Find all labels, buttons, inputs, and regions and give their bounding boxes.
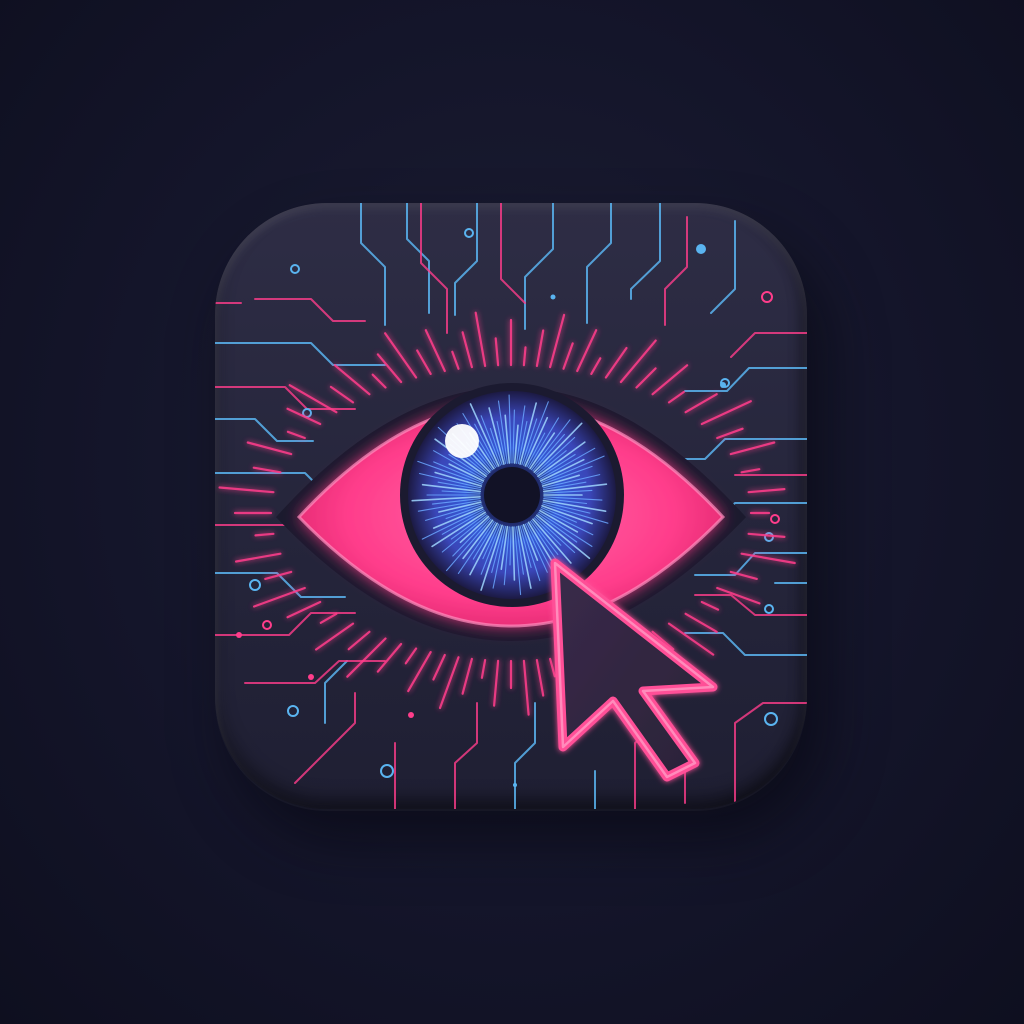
eyelash-ray	[667, 390, 685, 404]
eyelash-ray	[286, 600, 322, 619]
canvas	[0, 0, 1024, 1024]
eyelash-ray	[347, 630, 371, 651]
eyelash-ray	[235, 552, 282, 563]
eyelash-ray	[438, 656, 460, 710]
eyelash-ray	[522, 346, 527, 367]
eyelash-ray	[371, 373, 387, 389]
eyelash-ray	[404, 647, 418, 665]
eyelash-ray	[432, 653, 446, 681]
eyelash-ray	[376, 642, 403, 673]
eyelash-ray	[635, 367, 657, 389]
eyelash-ray	[684, 612, 718, 633]
eyelash-ray	[740, 468, 761, 474]
eyelash-ray	[252, 466, 282, 474]
eyelash-ray	[218, 486, 275, 494]
eyelash-ray	[384, 332, 418, 379]
eyelash-ray	[522, 659, 530, 716]
eyelash-ray	[747, 532, 786, 538]
eyelash-ray	[729, 441, 776, 456]
eyelash-ray	[246, 441, 293, 456]
eyelash-ray	[493, 659, 500, 707]
eye-icon	[218, 311, 796, 716]
eyelash-ray	[747, 488, 786, 494]
eyelash-ray	[461, 657, 473, 695]
eyelash-ray	[562, 342, 574, 370]
eyelash-ray	[651, 364, 689, 396]
eyelash-ray	[319, 612, 338, 624]
eyelash-ray	[333, 364, 371, 396]
eyelash-ray	[700, 400, 752, 426]
eyelash-ray	[480, 659, 487, 679]
eyelash-ray	[314, 622, 355, 651]
eyelash-ray	[700, 600, 720, 611]
eyelash-ray	[286, 430, 306, 440]
eyelash-ray	[252, 586, 306, 608]
eyelash-ray	[407, 651, 432, 693]
eyelash-ray	[535, 329, 545, 367]
eyelash-ray	[716, 427, 744, 440]
eyelash-ray	[549, 657, 556, 678]
eyelash-ray	[549, 313, 566, 369]
eye-highlight	[445, 424, 479, 458]
eyelash-ray	[590, 357, 602, 375]
app-icon-tile[interactable]	[215, 203, 807, 809]
eyelash-ray	[416, 349, 432, 375]
eyelash-ray	[535, 659, 545, 697]
eyelash-ray	[329, 385, 355, 404]
eyelash-ray	[461, 331, 473, 369]
eyelash-ray	[684, 393, 718, 414]
eyelash-ray	[376, 353, 403, 384]
eyelash-ray	[494, 337, 500, 367]
eyelash-ray	[619, 339, 657, 384]
eyelash-ray	[604, 346, 628, 379]
pupil	[484, 467, 540, 523]
eyelash-ray	[576, 329, 598, 373]
eyelash-ray	[424, 329, 446, 373]
eyelash-ray	[474, 311, 487, 367]
eyelash-ray	[451, 350, 460, 370]
eyelash-ray	[667, 622, 715, 656]
eyelash-ray	[254, 532, 275, 537]
